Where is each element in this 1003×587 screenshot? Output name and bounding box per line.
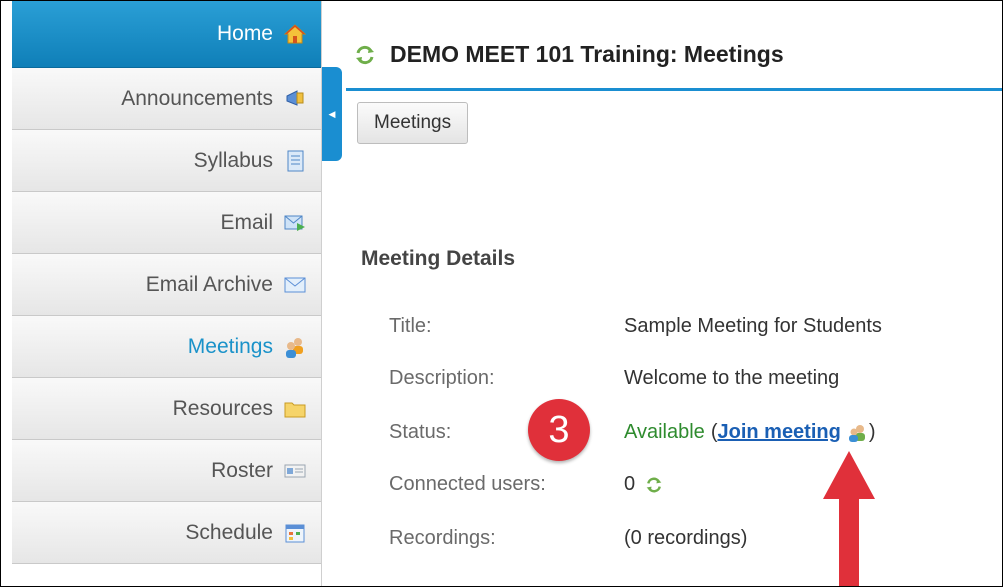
sidebar-item-meetings[interactable]: Meetings: [12, 316, 321, 378]
sidebar-item-schedule[interactable]: Schedule: [12, 502, 321, 564]
join-meeting-link[interactable]: Join meeting: [717, 421, 840, 444]
main-content: DEMO MEET 101 Training: Meetings Meeting…: [346, 1, 1002, 586]
megaphone-icon: [283, 88, 307, 110]
pointer-arrow-icon: [823, 451, 875, 586]
detail-label: Description:: [389, 367, 495, 389]
detail-row-description: Description: Welcome to the meeting: [389, 367, 839, 390]
sidebar-item-label: Schedule: [185, 520, 273, 544]
refresh-icon[interactable]: [645, 476, 663, 494]
sidebar-item-label: Home: [216, 22, 273, 45]
email-send-icon: [283, 212, 307, 234]
detail-label: Connected users:: [389, 473, 546, 495]
sidebar-item-label: Syllabus: [193, 148, 273, 172]
sidebar-item-label: Email: [220, 210, 273, 234]
sidebar-collapse-toggle[interactable]: ◀: [322, 67, 342, 161]
detail-row-connected: Connected users: 0: [389, 473, 663, 496]
envelope-icon: [283, 274, 307, 296]
folder-icon: [283, 398, 307, 420]
sidebar-item-syllabus[interactable]: Syllabus: [12, 130, 321, 192]
paren-close: ): [868, 421, 876, 443]
detail-row-recordings: Recordings: (0 recordings): [389, 527, 747, 550]
sidebar-item-resources[interactable]: Resources: [12, 378, 321, 440]
paren-open: (: [710, 421, 718, 443]
refresh-icon: [354, 44, 376, 66]
calendar-icon: [283, 522, 307, 544]
sidebar-item-label: Announcements: [121, 86, 273, 110]
detail-value: Sample Meeting for Students: [624, 315, 882, 337]
sidebar: Home Announcements Syllabus Email Email …: [12, 1, 322, 586]
users-icon: [283, 336, 307, 358]
caret-left-icon: ◀: [328, 108, 336, 119]
detail-value: Welcome to the meeting: [624, 367, 840, 389]
user-icon: [847, 423, 869, 443]
id-card-icon: [283, 460, 307, 482]
detail-value: 0: [624, 473, 663, 496]
sidebar-item-label: Email Archive: [145, 272, 273, 296]
sidebar-item-label: Resources: [172, 396, 273, 420]
step-number-badge: 3: [528, 399, 590, 461]
section-heading: Meeting Details: [361, 247, 516, 270]
title-divider: [346, 88, 1002, 91]
detail-value: (0 recordings): [624, 527, 748, 549]
connected-count: 0: [624, 473, 636, 495]
status-available: Available: [624, 421, 705, 443]
detail-row-status: Status: Available ( Join meeting ): [389, 421, 876, 444]
page-title: DEMO MEET 101 Training: Meetings: [354, 41, 784, 68]
sidebar-item-label: Meetings: [187, 334, 273, 358]
sidebar-item-email-archive[interactable]: Email Archive: [12, 254, 321, 316]
sidebar-item-home[interactable]: Home: [12, 1, 321, 68]
detail-row-title: Title: Sample Meeting for Students: [389, 315, 882, 338]
home-icon: [283, 23, 307, 45]
app-window: Home Announcements Syllabus Email Email …: [0, 0, 1003, 587]
page-title-text: DEMO MEET 101 Training: Meetings: [390, 41, 784, 67]
sidebar-item-label: Roster: [211, 458, 273, 482]
meetings-button[interactable]: Meetings: [357, 102, 469, 144]
document-icon: [283, 150, 307, 172]
detail-label: Recordings:: [389, 527, 496, 549]
sidebar-item-announcements[interactable]: Announcements: [12, 68, 321, 130]
sidebar-item-email[interactable]: Email: [12, 192, 321, 254]
sidebar-item-roster[interactable]: Roster: [12, 440, 321, 502]
status-value: Available ( Join meeting ): [624, 421, 876, 444]
detail-label: Title:: [389, 315, 432, 337]
